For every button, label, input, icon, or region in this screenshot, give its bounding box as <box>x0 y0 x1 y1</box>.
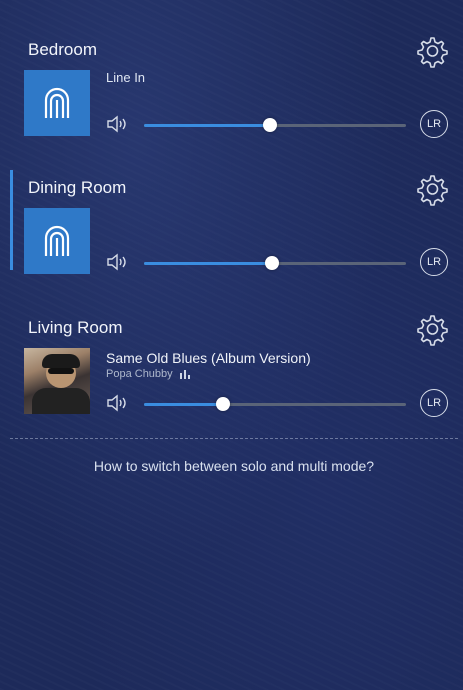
volume-slider[interactable] <box>144 397 406 411</box>
volume-knob[interactable] <box>262 118 277 132</box>
room-dining-room[interactable]: Dining Room LR <box>10 175 458 288</box>
lr-channel-button[interactable]: LR <box>420 389 448 417</box>
lr-channel-button[interactable]: LR <box>420 110 448 138</box>
equalizer-icon <box>179 370 190 380</box>
divider <box>10 438 458 439</box>
speaker-logo-icon <box>24 70 90 136</box>
app-screen: Bedroom Line In LR Dining Room LR Living… <box>10 10 458 686</box>
gear-icon[interactable] <box>414 34 448 68</box>
volume-fill <box>144 262 273 265</box>
album-art <box>24 348 90 414</box>
volume-slider[interactable] <box>144 118 406 132</box>
volume-knob[interactable] <box>265 256 280 270</box>
room-name: Bedroom <box>28 40 97 59</box>
room-living-room[interactable]: Living Room Same Old Blues (Album Versio… <box>10 315 458 438</box>
volume-fill <box>144 124 270 127</box>
help-link[interactable]: How to switch between solo and multi mod… <box>10 458 458 474</box>
volume-icon <box>107 394 126 412</box>
gear-icon[interactable] <box>414 172 448 206</box>
artist-name: Popa Chubby <box>106 368 193 380</box>
source-label: Line In <box>106 70 146 85</box>
gear-icon[interactable] <box>414 312 448 346</box>
volume-knob[interactable] <box>215 397 230 411</box>
volume-icon <box>107 253 126 271</box>
speaker-logo-icon <box>24 208 90 274</box>
room-name: Living Room <box>28 318 123 337</box>
room-bedroom[interactable]: Bedroom Line In LR <box>10 37 458 160</box>
lr-channel-button[interactable]: LR <box>420 248 448 276</box>
track-title: Same Old Blues (Album Version) <box>106 350 311 366</box>
volume-fill <box>144 403 223 406</box>
volume-icon <box>107 115 126 133</box>
volume-slider[interactable] <box>144 256 406 270</box>
room-name: Dining Room <box>28 178 127 197</box>
